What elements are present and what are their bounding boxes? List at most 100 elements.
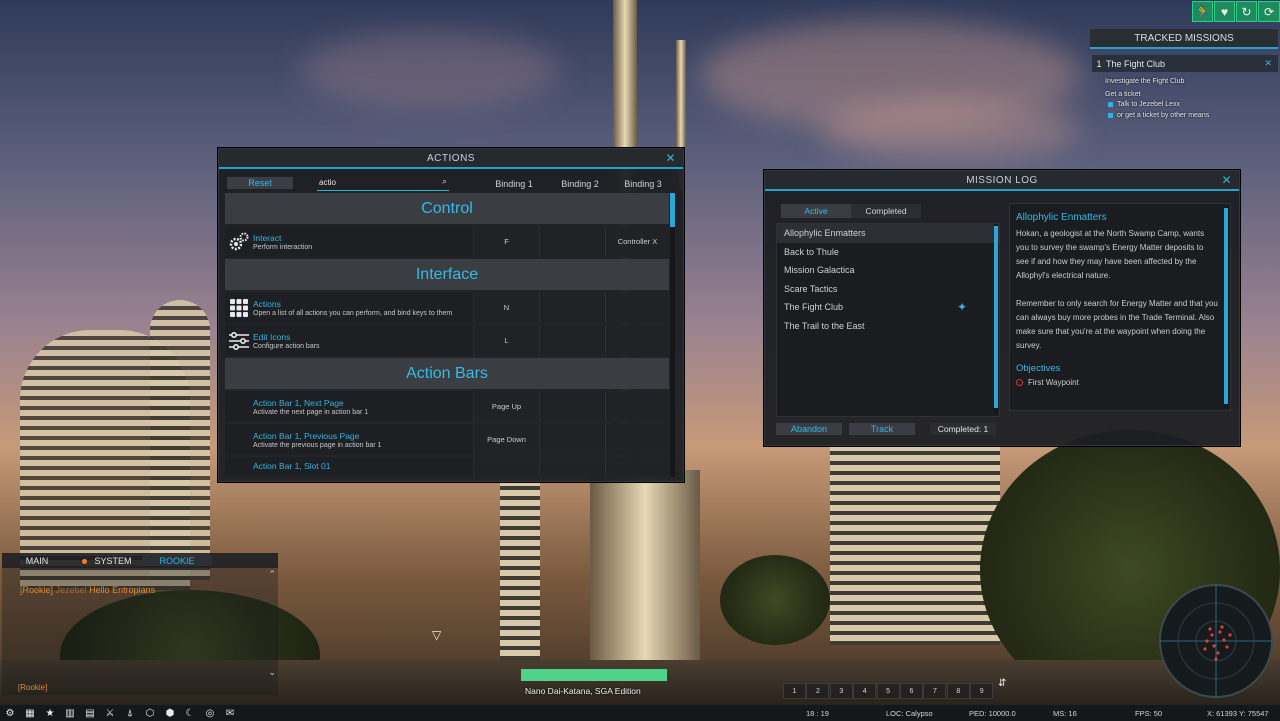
action-row-actions[interactable]: Actions Open a list of all actions you ca… [225, 292, 669, 323]
actions-title: ACTIONS [427, 152, 475, 164]
mission-list-item[interactable]: The Fight Club ✦ [777, 298, 999, 317]
binding-3-cell[interactable]: Controller X [605, 226, 669, 257]
chat-tab-rookie[interactable]: ROOKIE [142, 555, 212, 566]
curved-tower [150, 300, 210, 580]
id-card-icon[interactable]: ▥ [60, 705, 80, 721]
binding-1-cell[interactable]: F [473, 226, 539, 257]
actions-scrollbar[interactable] [670, 193, 675, 477]
action-row-action-bar-slot[interactable]: Action Bar 1, Slot 01 1 [225, 457, 669, 477]
mission-list-item[interactable]: Back to Thule [777, 243, 999, 262]
tracked-mission-row[interactable]: 1 The Fight Club ✕ [1092, 55, 1278, 72]
tab-completed[interactable]: Completed [851, 204, 921, 218]
search-input[interactable] [317, 178, 429, 187]
binding-2-cell[interactable] [539, 226, 605, 257]
chat-sender[interactable]: Jezebel [56, 585, 87, 595]
chat-scroll-up-icon[interactable]: ⌃ [268, 569, 276, 580]
binding-2-cell[interactable] [539, 391, 605, 422]
skills-icon[interactable]: ⍋ [120, 705, 140, 721]
close-icon[interactable]: ✕ [1264, 58, 1272, 69]
minimap[interactable] [1154, 583, 1278, 699]
close-icon[interactable]: ✕ [665, 151, 676, 165]
action-description: Activate the next page in action bar 1 [253, 408, 369, 416]
chat-tab-system[interactable]: SYSTEM [72, 556, 142, 566]
binding-2-cell[interactable] [539, 325, 605, 356]
hotbar-slot[interactable]: 9 [970, 683, 994, 699]
action-row-action-bar-next[interactable]: Action Bar 1, Next Page Activate the next… [225, 391, 669, 422]
tracked-missions-header: TRACKED MISSIONS [1090, 29, 1278, 49]
gear-hex-icon[interactable]: ⬢ [160, 705, 180, 721]
binding-3-cell[interactable] [605, 325, 669, 356]
star-icon[interactable]: ★ [40, 705, 60, 721]
hotbar-slot[interactable]: 5 [876, 683, 900, 699]
binding-1-cell[interactable]: 1 [473, 457, 539, 477]
binding-1-cell[interactable]: L [473, 325, 539, 356]
hotbar-slot[interactable]: 6 [900, 683, 923, 699]
action-row-edit-icons[interactable]: Edit Icons Configure action bars L [225, 325, 669, 356]
hotbar-page-icon[interactable]: ⇵ [998, 678, 1006, 689]
tab-active[interactable]: Active [781, 204, 851, 218]
mission-list-item[interactable]: Allophylic Enmatters [777, 224, 999, 243]
column-header-binding-2[interactable]: Binding 2 [547, 179, 613, 189]
chat-scroll-down-icon[interactable]: ⌄ [268, 667, 276, 678]
abandon-button[interactable]: Abandon [776, 423, 842, 435]
hotbar-slot[interactable]: 8 [946, 683, 970, 699]
chat-input-channel: [Rookie] [18, 683, 48, 692]
binding-3-cell[interactable] [605, 391, 669, 422]
mission-list-item[interactable]: The Trail to the East [777, 317, 999, 336]
central-building [590, 470, 700, 670]
hotbar-slot[interactable]: 4 [853, 683, 877, 699]
action-row-action-bar-prev[interactable]: Action Bar 1, Previous Page Activate the … [225, 424, 669, 455]
grid-icon [225, 294, 253, 322]
column-header-binding-3[interactable]: Binding 3 [613, 179, 673, 189]
cycle-icon[interactable]: ⟳ [1258, 1, 1280, 22]
binding-2-cell[interactable] [539, 457, 605, 477]
binding-2-cell[interactable] [539, 292, 605, 323]
tracked-subobjective-1-text: Talk to Jezebel Lexx [1117, 101, 1181, 108]
scrollbar-thumb[interactable] [994, 226, 998, 408]
sword-icon[interactable]: ⚔ [100, 705, 120, 721]
action-name: Actions [253, 298, 281, 309]
target-icon[interactable]: ◎ [200, 705, 220, 721]
hexagon-icon[interactable]: ⬡ [140, 705, 160, 721]
reset-button[interactable]: Reset [227, 177, 293, 189]
chat-tab-main[interactable]: MAIN [2, 556, 72, 566]
mission-list-item[interactable]: Scare Tactics [777, 280, 999, 299]
running-icon[interactable]: 🏃 [1192, 1, 1213, 22]
track-button[interactable]: Track [849, 423, 915, 435]
chevron-down-icon[interactable]: ▽ [432, 628, 441, 642]
scrollbar-thumb[interactable] [1224, 208, 1228, 404]
binding-1-cell[interactable]: Page Up [473, 391, 539, 422]
hotbar-slot[interactable]: 1 [783, 683, 806, 699]
moon-icon[interactable]: ☾ [180, 705, 200, 721]
action-row-interact[interactable]: Interact Perform interaction F Controller… [225, 226, 669, 257]
detail-scrollbar[interactable] [1224, 208, 1228, 408]
refresh-icon[interactable]: ↻ [1236, 1, 1257, 22]
search-box[interactable]: ⌕ [317, 176, 449, 191]
mail-icon[interactable]: ✉ [220, 705, 240, 721]
mission-log-titlebar[interactable]: MISSION LOG ✕ [765, 171, 1239, 191]
health-icon[interactable]: ♥ [1214, 1, 1235, 22]
hotbar-slot[interactable]: 2 [806, 683, 830, 699]
binding-3-cell[interactable] [605, 457, 669, 477]
mission-list-item-label: The Fight Club [784, 302, 844, 313]
scrollbar-thumb[interactable] [670, 193, 675, 227]
mission-list-item[interactable]: Mission Galactica [777, 261, 999, 280]
binding-1-cell[interactable]: Page Down [473, 424, 539, 455]
close-icon[interactable]: ✕ [1221, 173, 1232, 187]
hotbar-slot[interactable]: 3 [829, 683, 853, 699]
binding-1-cell[interactable]: N [473, 292, 539, 323]
action-name: Interact [253, 232, 282, 243]
search-icon[interactable]: ⌕ [442, 176, 447, 187]
binding-3-cell[interactable] [605, 424, 669, 455]
book-icon[interactable]: ▤ [80, 705, 100, 721]
binding-3-cell[interactable] [605, 292, 669, 323]
column-header-binding-1[interactable]: Binding 1 [481, 179, 547, 189]
chat-input[interactable]: [Rookie] [18, 683, 258, 693]
coordinates-readout: X: 61393 Y: 75547 [1207, 709, 1269, 718]
settings-icon[interactable]: ⚙ [0, 705, 20, 721]
inventory-icon[interactable]: ▦ [20, 705, 40, 721]
hotbar-slot[interactable]: 7 [923, 683, 947, 699]
actions-titlebar[interactable]: ACTIONS ✕ [219, 149, 683, 169]
binding-2-cell[interactable] [539, 424, 605, 455]
mission-list-scrollbar[interactable] [994, 224, 998, 414]
